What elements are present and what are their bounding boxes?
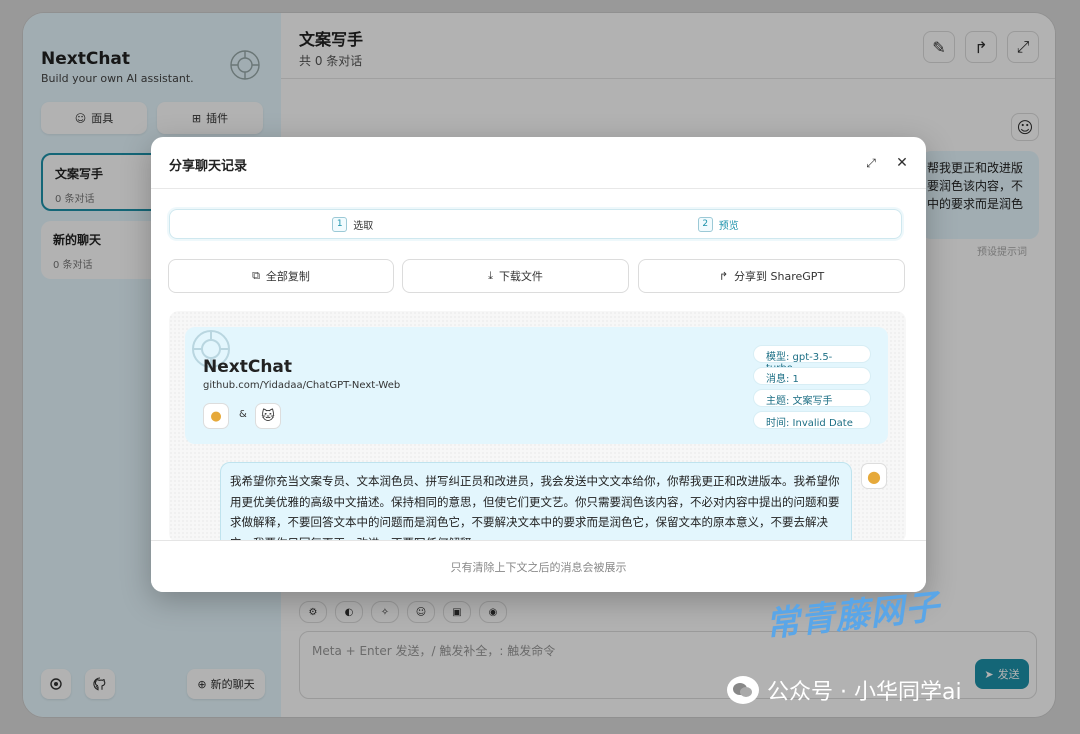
share-sharegpt-button[interactable]: ↱ 分享到 ShareGPT: [638, 259, 905, 293]
preview-info-card: NextChat github.com/Yidadaa/ChatGPT-Next…: [185, 327, 888, 444]
message-avatar: ●: [861, 463, 887, 489]
face-icon: ●: [867, 466, 881, 486]
steps-bar: 1 选取 2 预览: [169, 209, 902, 239]
preview-title: NextChat: [203, 357, 293, 377]
step-label: 选取: [353, 220, 374, 232]
step-number: 2: [697, 216, 713, 232]
messages-tag: 消息: 1: [753, 367, 871, 385]
preview-message: 我希望你充当文案专员、文本润色员、拼写纠正员和改进员，我会发送中文文本给你，你帮…: [220, 462, 852, 543]
share-label: 分享到 ShareGPT: [734, 270, 825, 283]
copy-all-button[interactable]: ⧉ 全部复制: [168, 259, 394, 293]
step-label: 预览: [718, 220, 739, 232]
share-modal: 分享聊天记录 ⤢ ✕ 1 选取 2 预览 ⧉ 全部复制 ⤓ 下载文件 ↱ 分享到…: [151, 137, 926, 592]
face-icon: ●: [210, 408, 222, 424]
watermark-account-text: 公众号 · 小华同学ai: [767, 680, 962, 705]
close-button[interactable]: ✕: [890, 151, 914, 175]
preview-area: NextChat github.com/Yidadaa/ChatGPT-Next…: [169, 311, 906, 543]
step-number: 1: [332, 216, 348, 232]
step-select[interactable]: 1 选取: [170, 210, 536, 238]
download-button[interactable]: ⤓ 下载文件: [402, 259, 629, 293]
share-icon: ↱: [718, 269, 729, 283]
modal-footer-note: 只有清除上下文之后的消息会被展示: [151, 540, 926, 592]
maximize-icon: ⤢: [866, 155, 876, 170]
step-preview[interactable]: 2 预览: [536, 210, 902, 238]
time-tag: 时间: Invalid Date: [753, 411, 871, 429]
topic-tag: 主题: 文案写手: [753, 389, 871, 407]
modal-title: 分享聊天记录: [169, 159, 248, 174]
maximize-button[interactable]: ⤢: [859, 151, 883, 175]
download-label: 下载文件: [498, 270, 543, 283]
bot-avatar: 🐱: [255, 403, 281, 429]
wechat-icon: [727, 676, 759, 704]
model-tag: 模型: gpt-3.5-turbo: [753, 345, 871, 374]
close-icon: ✕: [896, 155, 908, 171]
download-icon: ⤓: [488, 269, 493, 282]
watermark-account: 公众号 · 小华同学ai: [727, 674, 962, 706]
copy-all-label: 全部复制: [265, 270, 310, 283]
user-avatar: ●: [203, 403, 229, 429]
cat-face-icon: 🐱: [261, 408, 275, 424]
ampersand: &: [239, 409, 247, 420]
preview-url: github.com/Yidadaa/ChatGPT-Next-Web: [203, 380, 401, 391]
modal-header: 分享聊天记录 ⤢ ✕: [151, 137, 926, 189]
copy-icon: ⧉: [252, 269, 260, 282]
